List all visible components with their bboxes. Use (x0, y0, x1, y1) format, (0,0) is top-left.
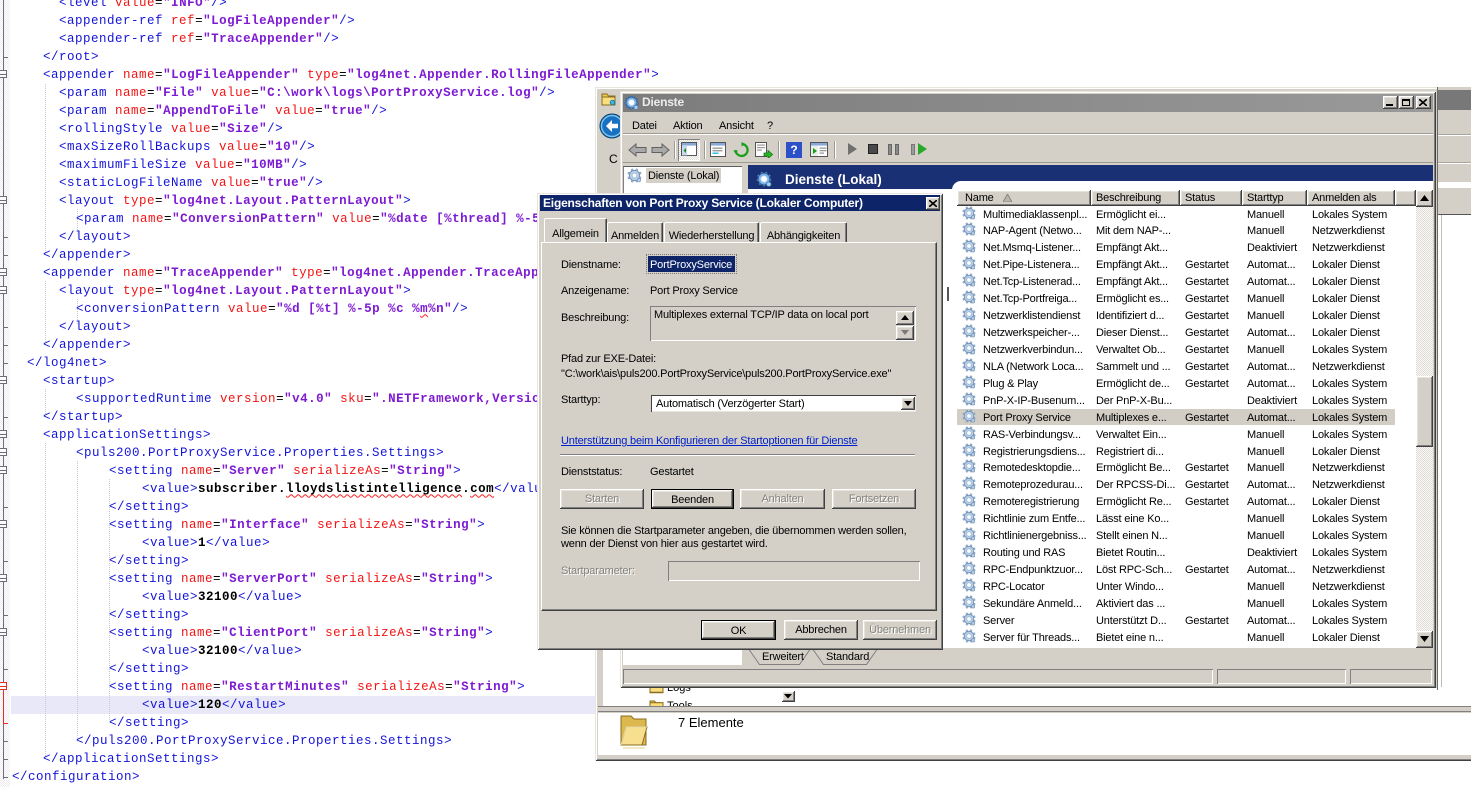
svg-text:Standard: Standard (826, 651, 869, 663)
svg-text:Erweitert: Erweitert (762, 651, 804, 663)
